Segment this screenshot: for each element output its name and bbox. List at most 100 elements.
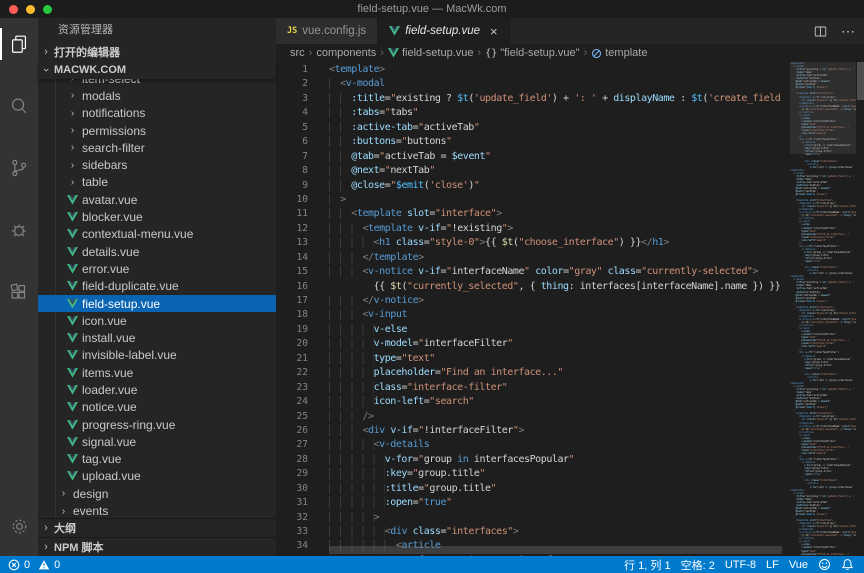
- tree-item-progress-ring-vue[interactable]: progress-ring.vue: [38, 416, 276, 433]
- line-number[interactable]: 9: [276, 179, 308, 193]
- language-mode[interactable]: Vue: [789, 559, 808, 571]
- problems-indicator[interactable]: 0 0: [8, 559, 60, 571]
- code-line[interactable]: 35 v-for="ext in group.interfaces": [276, 554, 784, 556]
- line-number[interactable]: 22: [276, 366, 308, 380]
- line-number[interactable]: 18: [276, 308, 308, 322]
- line-number[interactable]: 21: [276, 352, 308, 366]
- line-number[interactable]: 32: [276, 511, 308, 525]
- line-number[interactable]: 11: [276, 207, 308, 221]
- code-line[interactable]: 22 placeholder="Find an interface...": [276, 366, 784, 380]
- line-number[interactable]: 6: [276, 135, 308, 149]
- tree-item-events[interactable]: ›events: [38, 502, 276, 518]
- code-line[interactable]: 24 icon-left="search": [276, 395, 784, 409]
- code-line[interactable]: 13 <h1 class="style-0">{{ $t("choose_int…: [276, 236, 784, 250]
- tree-item-blocker-vue[interactable]: blocker.vue: [38, 208, 276, 225]
- open-editors-section[interactable]: › 打开的编辑器: [38, 42, 276, 61]
- code-line[interactable]: 6 :buttons="buttons": [276, 135, 784, 149]
- breadcrumb-template-symbol[interactable]: template: [591, 47, 647, 59]
- tree-item-icon-vue[interactable]: icon.vue: [38, 312, 276, 329]
- code-line[interactable]: 5 :active-tab="activeTab": [276, 121, 784, 135]
- project-section-header[interactable]: › MACWK.COM: [38, 61, 276, 79]
- line-number[interactable]: 23: [276, 381, 308, 395]
- tab-field-setup-vue[interactable]: field-setup.vue ×: [378, 18, 509, 44]
- search-icon[interactable]: [0, 88, 38, 124]
- tree-item-contextual-menu-vue[interactable]: contextual-menu.vue: [38, 226, 276, 243]
- tree-item-table[interactable]: ›table: [38, 174, 276, 191]
- code-line[interactable]: 4 :tabs="tabs": [276, 106, 784, 120]
- line-number[interactable]: 7: [276, 150, 308, 164]
- line-number[interactable]: 25: [276, 410, 308, 424]
- close-tab-icon[interactable]: ×: [490, 25, 498, 38]
- tree-item-item-select[interactable]: ›item-select: [38, 79, 276, 87]
- code-line[interactable]: 17 </v-notice>: [276, 294, 784, 308]
- notifications-bell-icon[interactable]: [841, 558, 854, 571]
- code-line[interactable]: 18 <v-input: [276, 308, 784, 322]
- source-control-icon[interactable]: [0, 150, 38, 186]
- zoom-window-button[interactable]: [43, 5, 52, 14]
- line-number[interactable]: 12: [276, 222, 308, 236]
- line-number[interactable]: 15: [276, 265, 308, 279]
- code-line[interactable]: 7 @tab="activeTab = $event": [276, 150, 784, 164]
- tree-item-avatar-vue[interactable]: avatar.vue: [38, 191, 276, 208]
- line-number[interactable]: 8: [276, 164, 308, 178]
- tree-item-field-duplicate-vue[interactable]: field-duplicate.vue: [38, 278, 276, 295]
- line-number[interactable]: 1: [276, 63, 308, 77]
- line-number[interactable]: 28: [276, 453, 308, 467]
- line-number[interactable]: 16: [276, 280, 308, 294]
- line-number[interactable]: 4: [276, 106, 308, 120]
- line-number[interactable]: 35: [276, 554, 308, 556]
- encoding-setting[interactable]: UTF-8: [725, 559, 756, 571]
- tree-item-modals[interactable]: ›modals: [38, 87, 276, 104]
- line-number[interactable]: 17: [276, 294, 308, 308]
- extensions-icon[interactable]: [0, 274, 38, 310]
- tree-item-items-vue[interactable]: items.vue: [38, 364, 276, 381]
- code-line[interactable]: 33 <div class="interfaces">: [276, 525, 784, 539]
- tree-item-loader-vue[interactable]: loader.vue: [38, 381, 276, 398]
- outline-section[interactable]: › 大纲: [38, 518, 276, 537]
- line-number[interactable]: 33: [276, 525, 308, 539]
- code-line[interactable]: 10 >: [276, 193, 784, 207]
- tree-item-notice-vue[interactable]: notice.vue: [38, 399, 276, 416]
- line-number[interactable]: 26: [276, 424, 308, 438]
- horizontal-scrollbar[interactable]: [329, 546, 782, 554]
- line-number[interactable]: 5: [276, 121, 308, 135]
- code-line[interactable]: 28 v-for="group in interfacesPopular": [276, 453, 784, 467]
- code-line[interactable]: 11 <template slot="interface">: [276, 207, 784, 221]
- line-number[interactable]: 3: [276, 92, 308, 106]
- line-number[interactable]: 29: [276, 467, 308, 481]
- tree-item-permissions[interactable]: ›permissions: [38, 122, 276, 139]
- code-line[interactable]: 3 :title="existing ? $t('update_field') …: [276, 92, 784, 106]
- tree-item-details-vue[interactable]: details.vue: [38, 243, 276, 260]
- line-number[interactable]: 10: [276, 193, 308, 207]
- line-number[interactable]: 27: [276, 438, 308, 452]
- code-line[interactable]: 26 <div v-if="!interfaceFilter">: [276, 424, 784, 438]
- tree-item-field-setup-vue[interactable]: field-setup.vue: [38, 295, 276, 312]
- code-line[interactable]: 8 @next="nextTab": [276, 164, 784, 178]
- tree-item-signal-vue[interactable]: signal.vue: [38, 433, 276, 450]
- code-line[interactable]: 25 />: [276, 410, 784, 424]
- tree-item-design[interactable]: ›design: [38, 485, 276, 502]
- vertical-scrollbar[interactable]: [857, 62, 864, 100]
- code-line[interactable]: 32 >: [276, 511, 784, 525]
- line-number[interactable]: 20: [276, 337, 308, 351]
- code-line[interactable]: 9 @close="$emit('close')": [276, 179, 784, 193]
- eol-setting[interactable]: LF: [766, 559, 779, 571]
- tree-item-upload-vue[interactable]: upload.vue: [38, 468, 276, 485]
- tree-item-sidebars[interactable]: ›sidebars: [38, 156, 276, 173]
- code-line[interactable]: 15 <v-notice v-if="interfaceName" color=…: [276, 265, 784, 279]
- close-window-button[interactable]: [9, 5, 18, 14]
- code-line[interactable]: 29 :key="group.title": [276, 467, 784, 481]
- breadcrumb-file[interactable]: field-setup.vue: [388, 47, 474, 59]
- code-line[interactable]: 16 {{ $t("currently_selected", { thing: …: [276, 280, 784, 294]
- code-line[interactable]: 21 type="text": [276, 352, 784, 366]
- breadcrumb-components[interactable]: components: [316, 47, 376, 59]
- code-line[interactable]: 30 :title="group.title": [276, 482, 784, 496]
- minimize-window-button[interactable]: [26, 5, 35, 14]
- code-line[interactable]: 1<template>: [276, 63, 784, 77]
- more-actions-icon[interactable]: ⋯: [841, 23, 856, 40]
- code-line[interactable]: 14 </template>: [276, 251, 784, 265]
- minimap-slider[interactable]: [790, 62, 856, 154]
- split-editor-icon[interactable]: [813, 24, 828, 39]
- line-number[interactable]: 14: [276, 251, 308, 265]
- line-number[interactable]: 34: [276, 539, 308, 553]
